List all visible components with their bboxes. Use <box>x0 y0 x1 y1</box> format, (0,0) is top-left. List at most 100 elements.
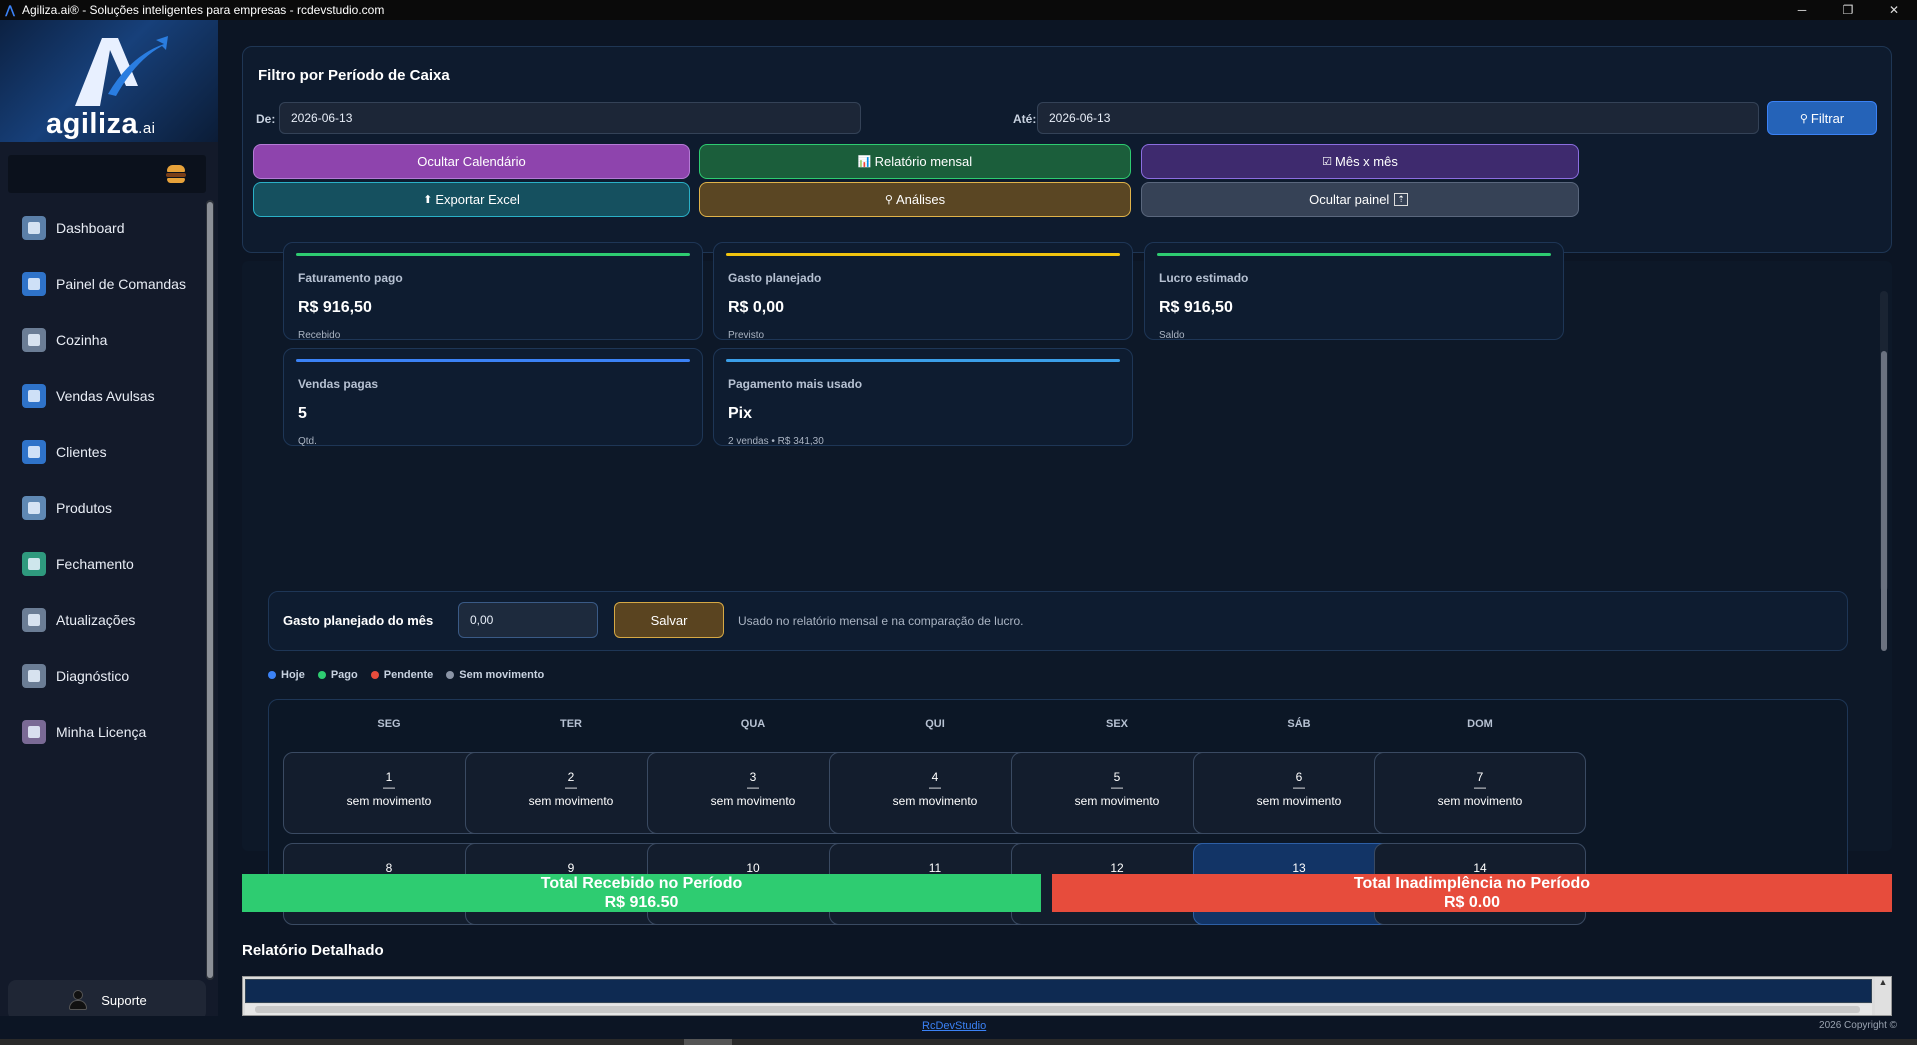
total-default-value: R$ 0.00 <box>1443 894 1501 911</box>
day-status: sem movimento <box>528 794 614 808</box>
analysis-icon: ⚲ <box>884 194 893 206</box>
day-status: sem movimento <box>710 794 796 808</box>
day-status: sem movimento <box>892 794 978 808</box>
dashboard-icon <box>22 216 46 240</box>
report-vertical-scrollbar[interactable]: ▲ <box>1875 977 1891 1015</box>
total-received-bar: Total Recebido no Período R$ 916.50 <box>242 874 1041 912</box>
day-number: 10 <box>746 861 760 875</box>
kpi-card: Pagamento mais usado Pix 2 vendas • R$ 341… <box>713 348 1133 447</box>
burger-icon[interactable] <box>166 164 186 184</box>
sidebar-item-label: Diagnóstico <box>56 668 130 684</box>
legend-dot <box>446 671 455 679</box>
card-value: R$ 0,00 <box>728 299 785 316</box>
sidebar-item-label: Dashboard <box>56 220 125 236</box>
calendar-day[interactable]: 2— sem movimento <box>465 752 677 834</box>
legend-item: Pago <box>317 669 358 681</box>
sidebar-scrollbar[interactable] <box>206 200 214 980</box>
calendar-day[interactable]: 7— sem movimento <box>1374 752 1586 834</box>
sidebar-item-label: Atualizações <box>56 612 136 628</box>
hide-panel-button[interactable]: Ocultar painel ⇡ <box>1141 182 1579 217</box>
checkbox-icon: ☑ <box>1322 156 1333 168</box>
sidebar-item-label: Vendas Avulsas <box>56 388 155 404</box>
planned-expense-note: Usado no relatório mensal e na comparaçã… <box>738 614 1024 628</box>
minimize-button[interactable]: ─ <box>1779 0 1825 20</box>
brand-name: agiliza.ai <box>46 108 156 140</box>
brand-logo: agiliza.ai <box>0 20 218 142</box>
sidebar-item-clientes[interactable]: Clientes <box>0 424 206 480</box>
planned-expense-input[interactable]: 0,00 <box>458 602 598 638</box>
report-table-header <box>245 979 1872 1003</box>
report-title: Relatório Detalhado <box>242 942 384 959</box>
total-received-label: Total Recebido no Período <box>540 875 743 892</box>
sidebar-search-bar[interactable] <box>8 155 206 193</box>
footer-copyright: 2026 Copyright © <box>1819 1020 1897 1031</box>
search-icon: ⚲ <box>1799 112 1808 125</box>
sidebar-item-diagn-stico[interactable]: Diagnóstico <box>0 648 206 704</box>
sidebar-item-fechamento[interactable]: Fechamento <box>0 536 206 592</box>
card-subtitle: 2 vendas • R$ 341,30 <box>728 436 824 447</box>
total-default-label: Total Inadimplência no Período <box>1353 875 1591 892</box>
user-icon <box>67 989 89 1011</box>
calendar: SEG TER QUA QUI SEX SÁB DOM 1— sem movimento 2— se… <box>268 699 1848 925</box>
updates-icon <box>22 608 46 632</box>
export-excel-button[interactable]: ⬆ Exportar Excel <box>253 182 690 217</box>
monthly-report-button[interactable]: 📊 Relatório mensal <box>699 144 1131 179</box>
sidebar-item-minha-licen-a[interactable]: Minha Licença <box>0 704 206 760</box>
planned-expense-row: Gasto planejado do mês 0,00 Salvar Usado… <box>268 591 1848 651</box>
sidebar-item-label: Cozinha <box>56 332 108 348</box>
from-label: De: <box>256 112 276 126</box>
save-button[interactable]: Salvar <box>614 602 724 638</box>
card-value: R$ 916,50 <box>1159 299 1233 316</box>
filter-button[interactable]: ⚲ Filtrar <box>1767 101 1877 135</box>
calendar-day[interactable]: 1— sem movimento <box>283 752 495 834</box>
support-button[interactable]: Suporte <box>8 980 206 1020</box>
calendar-day[interactable]: 4— sem movimento <box>829 752 1041 834</box>
footer: RcDevStudio 2026 Copyright © <box>0 1016 1917 1036</box>
maximize-button[interactable]: ❐ <box>1825 0 1871 20</box>
kitchen-icon <box>22 328 46 352</box>
main-content: Filtro por Período de Caixa De: 2026-06-… <box>232 26 1903 1026</box>
footer-link[interactable]: RcDevStudio <box>922 1020 986 1032</box>
from-date-input[interactable]: 2026-06-13 <box>279 102 861 134</box>
weekday-header: SEX <box>1105 718 1128 730</box>
calendar-legend: Hoje Pago Pendente Sem movimento <box>268 669 557 681</box>
commands-panel-icon <box>22 272 46 296</box>
kpi-card: Lucro estimado R$ 916,50 Saldo <box>1144 242 1564 341</box>
day-number: 12 <box>1110 861 1124 875</box>
sidebar-item-produtos[interactable]: Produtos <box>0 480 206 536</box>
day-number: 9 <box>567 861 575 875</box>
calendar-day[interactable]: 5— sem movimento <box>1011 752 1223 834</box>
content-scrollbar[interactable] <box>1880 291 1888 651</box>
sidebar-item-dashboard[interactable]: Dashboard <box>0 200 206 256</box>
month-vs-month-button[interactable]: ☑ Mês x mês <box>1141 144 1579 179</box>
diagnostic-icon <box>22 664 46 688</box>
report-table[interactable]: ▲ <box>242 976 1892 1016</box>
support-label: Suporte <box>101 992 147 1008</box>
weekday-header: QUI <box>925 718 945 730</box>
period-filter-panel: Filtro por Período de Caixa De: 2026-06-… <box>242 46 1892 253</box>
report-horizontal-scrollbar[interactable] <box>245 1004 1872 1015</box>
day-status: sem movimento <box>1256 794 1342 808</box>
collapse-icon: ⇡ <box>1394 193 1408 206</box>
card-value: Pix <box>728 405 753 422</box>
analyses-button[interactable]: ⚲ Análises <box>699 182 1131 217</box>
to-date-input[interactable]: 2026-06-13 <box>1037 102 1759 134</box>
day-number: 11 <box>928 861 942 875</box>
taskbar-strip <box>0 1039 1917 1045</box>
sidebar-item-vendas-avulsas[interactable]: Vendas Avulsas <box>0 368 206 424</box>
sidebar: agiliza.ai Dashboard Painel de Comandas Co… <box>0 20 218 1025</box>
window-controls: ─ ❐ ✕ <box>1779 0 1917 20</box>
sales-icon <box>22 384 46 408</box>
hide-calendar-button[interactable]: Ocultar Calendário <box>253 144 690 179</box>
to-label: Até: <box>1013 112 1037 126</box>
calendar-day[interactable]: 3— sem movimento <box>647 752 859 834</box>
sidebar-item-cozinha[interactable]: Cozinha <box>0 312 206 368</box>
card-title: Pagamento mais usado <box>728 377 863 391</box>
sidebar-item-atualiza-es[interactable]: Atualizações <box>0 592 206 648</box>
sidebar-item-painel-de-comandas[interactable]: Painel de Comandas <box>0 256 206 312</box>
legend-item: Hoje <box>268 669 305 681</box>
kpi-card: Gasto planejado R$ 0,00 Previsto <box>713 242 1133 341</box>
close-button[interactable]: ✕ <box>1871 0 1917 20</box>
clients-icon <box>22 440 46 464</box>
day-number: 8 <box>385 861 393 875</box>
